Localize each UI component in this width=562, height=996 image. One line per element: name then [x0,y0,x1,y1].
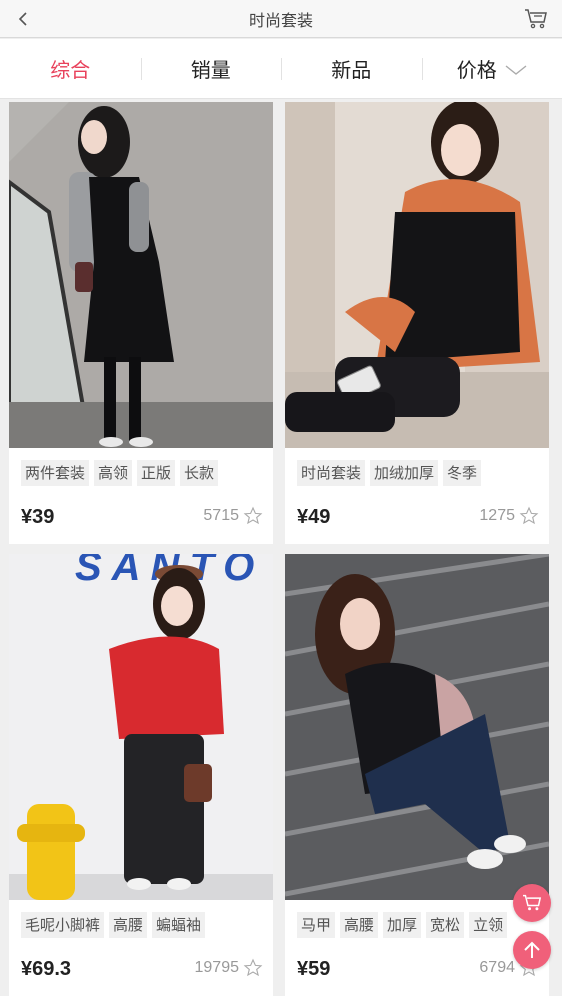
tag: 蝙蝠袖 [152,912,205,938]
product-price: ¥39 [21,506,54,529]
tag: 加厚 [383,912,421,938]
favorite-count: 19795 [195,959,240,977]
star-icon[interactable] [519,506,539,526]
product-card[interactable]: 两件套装 高领 正版 长款 ¥39 5715 [9,102,273,544]
page-title: 时尚套装 [249,7,313,31]
tag: 时尚套装 [297,460,365,486]
sort-tabs: 综合 销量 新品 价格 [0,39,562,99]
tag: 加绒加厚 [370,460,438,486]
product-price: ¥59 [297,958,330,981]
star-icon[interactable] [243,958,263,978]
floating-cart-button[interactable] [513,884,551,922]
star-icon[interactable] [243,506,263,526]
tab-label: 新品 [331,54,371,83]
tag: 两件套装 [21,460,89,486]
tag: 马甲 [297,912,335,938]
product-tags: 毛呢小脚裤 高腰 蝙蝠袖 [21,912,205,938]
cart-button[interactable] [522,5,550,33]
product-photo[interactable]: SANTO [9,554,273,900]
back-button[interactable] [10,6,36,32]
back-to-top-button[interactable] [513,931,551,969]
product-photo[interactable] [285,102,549,448]
tab-label: 价格 [457,54,497,83]
product-tags: 时尚套装 加绒加厚 冬季 [297,460,481,486]
product-photo[interactable] [285,554,549,900]
product-card[interactable]: 时尚套装 加绒加厚 冬季 ¥49 1275 [285,102,549,544]
favorite-count: 6794 [479,959,515,977]
product-photo[interactable] [9,102,273,448]
tag: 高腰 [340,912,378,938]
product-tags: 马甲 高腰 加厚 宽松 立领 [297,912,507,938]
product-tags: 两件套装 高领 正版 长款 [21,460,218,486]
product-card[interactable]: 马甲 高腰 加厚 宽松 立领 ¥59 6794 [285,554,549,996]
chevron-left-icon [17,11,29,27]
shopping-cart-icon [524,8,548,30]
product-price: ¥69.3 [21,958,71,981]
tag: 正版 [137,460,175,486]
tag: 高腰 [109,912,147,938]
tab-label: 销量 [191,54,231,83]
product-price: ¥49 [297,506,330,529]
favorite-count: 1275 [479,507,515,525]
tab-comprehensive[interactable]: 综合 [0,39,141,98]
tab-new[interactable]: 新品 [281,39,422,98]
tag: 立领 [469,912,507,938]
tag: 高领 [94,460,132,486]
top-bar: 时尚套装 [0,0,562,38]
tag: 宽松 [426,912,464,938]
chevron-down-icon [505,64,527,76]
product-card[interactable]: SANTO 毛呢小脚裤 高腰 蝙蝠袖 ¥69.3 19795 [9,554,273,996]
tab-label: 综合 [50,54,90,83]
tab-price[interactable]: 价格 [422,39,562,98]
arrow-up-icon [523,940,541,960]
favorite-count: 5715 [203,507,239,525]
tag: 冬季 [443,460,481,486]
tab-sales[interactable]: 销量 [141,39,282,98]
tag: 毛呢小脚裤 [21,912,104,938]
shopping-cart-icon [522,894,542,912]
tag: 长款 [180,460,218,486]
